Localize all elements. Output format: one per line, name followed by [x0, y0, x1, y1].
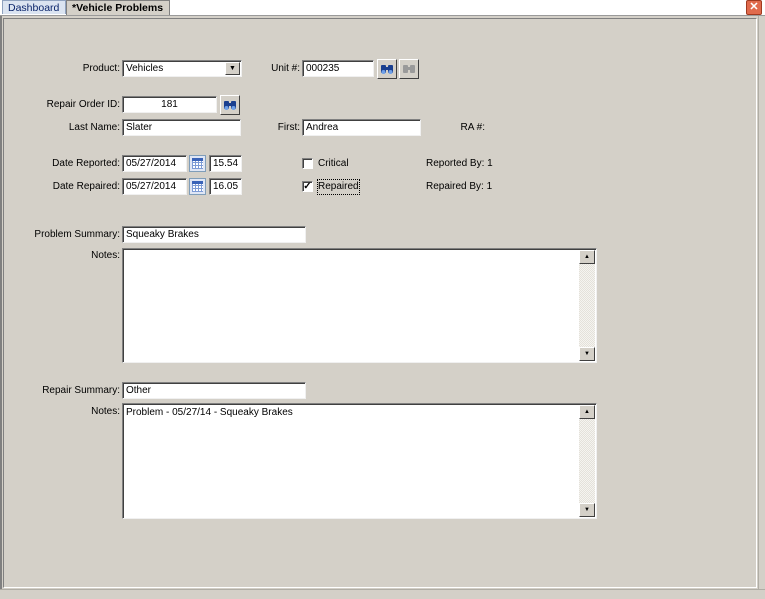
binoculars-icon [403, 65, 415, 73]
date-reported-calendar-button[interactable] [189, 155, 206, 172]
last-name-input[interactable]: Slater [122, 119, 241, 136]
tab-strip: Dashboard *Vehicle Problems ✕ [0, 0, 765, 16]
scroll-up-icon[interactable]: ▲ [579, 405, 595, 419]
repaired-label[interactable]: Repaired [317, 179, 360, 195]
scroll-down-icon[interactable]: ▼ [579, 503, 595, 517]
tab-vehicle-problems[interactable]: *Vehicle Problems [66, 0, 170, 15]
time-repaired-input[interactable]: 16.05 [209, 178, 242, 195]
binoculars-icon [381, 65, 393, 74]
window-edge-right [758, 16, 765, 599]
unit-label: Unit #: [271, 63, 300, 74]
time-reported-input[interactable]: 15.54 [209, 155, 242, 172]
reported-by-label: Reported By: 1 [426, 158, 493, 169]
calendar-icon [192, 181, 203, 192]
last-name-label: Last Name: [68, 122, 120, 133]
tab-dashboard[interactable]: Dashboard [2, 0, 66, 14]
scroll-up-icon[interactable]: ▲ [579, 250, 595, 264]
find-unit-button[interactable] [377, 59, 397, 79]
date-reported-label: Date Reported: [52, 158, 120, 169]
scroll-down-icon[interactable]: ▼ [579, 347, 595, 361]
date-reported-input[interactable]: 05/27/2014 [122, 155, 187, 172]
repair-notes-scrollbar[interactable]: ▲ ▼ [579, 405, 595, 517]
repair-notes-label: Notes: [91, 406, 120, 417]
problem-notes-scrollbar[interactable]: ▲ ▼ [579, 250, 595, 361]
find-repair-order-button[interactable] [220, 95, 240, 115]
date-repaired-calendar-button[interactable] [189, 178, 206, 195]
repaired-checkbox[interactable]: ✓ [302, 181, 313, 192]
critical-label[interactable]: Critical [318, 157, 349, 171]
product-select[interactable]: Vehicles ▼ [122, 60, 242, 77]
repair-notes-textarea[interactable]: Problem - 05/27/14 - Squeaky Brakes ▲ ▼ [122, 403, 597, 519]
first-name-label: First: [277, 122, 300, 133]
repaired-by-label: Repaired By: 1 [426, 181, 493, 192]
problem-summary-label: Problem Summary: [34, 229, 120, 240]
calendar-icon [192, 158, 203, 169]
product-label: Product: [82, 63, 120, 74]
repair-summary-input[interactable]: Other [122, 382, 306, 399]
repair-order-label: Repair Order ID: [46, 99, 120, 110]
first-name-input[interactable]: Andrea [302, 119, 421, 136]
date-repaired-input[interactable]: 05/27/2014 [122, 178, 187, 195]
problem-summary-input[interactable]: Squeaky Brakes [122, 226, 306, 243]
product-value: Vehicles [126, 63, 164, 74]
problem-notes-textarea[interactable]: ▲ ▼ [122, 248, 597, 363]
find-unit-disabled-button[interactable] [399, 59, 419, 79]
window-edge-bottom [0, 589, 765, 599]
ra-label: RA #: [460, 122, 485, 133]
unit-input[interactable]: 000235 [302, 60, 374, 77]
repair-notes-text: Problem - 05/27/14 - Squeaky Brakes [126, 407, 293, 418]
date-repaired-label: Date Repaired: [52, 181, 120, 192]
window-frame [0, 16, 2, 599]
repair-order-input[interactable]: 181 [122, 96, 217, 113]
chevron-down-icon[interactable]: ▼ [225, 62, 240, 75]
binoculars-icon [224, 101, 236, 110]
close-icon[interactable]: ✕ [746, 0, 762, 15]
repair-summary-label: Repair Summary: [42, 385, 120, 396]
critical-checkbox[interactable] [302, 158, 313, 169]
problem-notes-label: Notes: [91, 250, 120, 261]
